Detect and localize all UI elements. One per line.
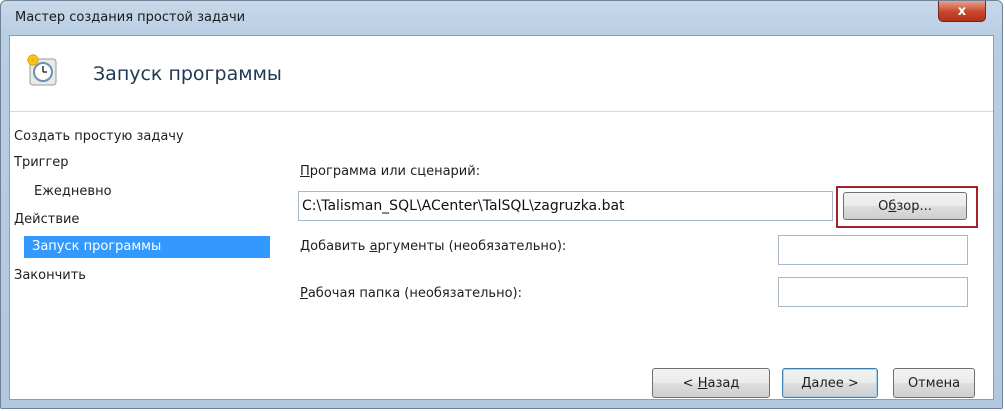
nav-item-label: Ежедневно (34, 184, 112, 199)
browse-button[interactable]: Об зор... (843, 192, 967, 220)
nav-item-create-task: Создать простую задачу (14, 126, 264, 148)
nav-item-trigger: Триггер (14, 152, 264, 174)
page-title: Запуск программы (93, 63, 282, 85)
nav-item-finish: Закончить (14, 265, 264, 287)
nav-item-run-program: Запуск программы (24, 236, 270, 258)
working-folder-label: Рабочая папка (необязательно): (300, 286, 522, 301)
wizard-header: Запуск программы (10, 36, 993, 112)
client-area: Запуск программы Создать простую задачу … (9, 35, 994, 400)
program-label: Программа или сценарий: (300, 164, 481, 179)
nav-item-label: Создать простую задачу (14, 129, 184, 144)
window-title: Мастер создания простой задачи (15, 10, 246, 25)
task-clock-icon (27, 54, 57, 86)
nav-item-action: Действие (14, 209, 264, 231)
nav-item-label: Действие (14, 212, 80, 227)
close-icon: x (957, 3, 967, 19)
nav-item-label: Запуск программы (32, 239, 162, 254)
working-folder-input[interactable] (778, 277, 968, 307)
wizard-steps-nav: Создать простую задачу Триггер Ежедневно… (10, 112, 272, 399)
back-button[interactable]: < Назад (652, 368, 770, 398)
program-input[interactable]: C:\Talisman_SQL\ACenter\TalSQL\zagruzka.… (298, 191, 833, 221)
nav-item-daily: Ежедневно (34, 181, 264, 203)
wizard-window: Мастер создания простой задачи x Запуск … (0, 0, 1003, 409)
nav-item-label: Триггер (14, 155, 69, 170)
close-button[interactable]: x (938, 1, 986, 22)
title-bar[interactable]: Мастер создания простой задачи x (1, 1, 1002, 35)
arguments-input[interactable] (778, 235, 968, 265)
cancel-button[interactable]: Отмена (893, 368, 975, 398)
nav-item-label: Закончить (14, 268, 86, 283)
next-button[interactable]: Далее > (782, 368, 878, 398)
arguments-label: Добавить аргументы (необязательно): (300, 239, 567, 254)
